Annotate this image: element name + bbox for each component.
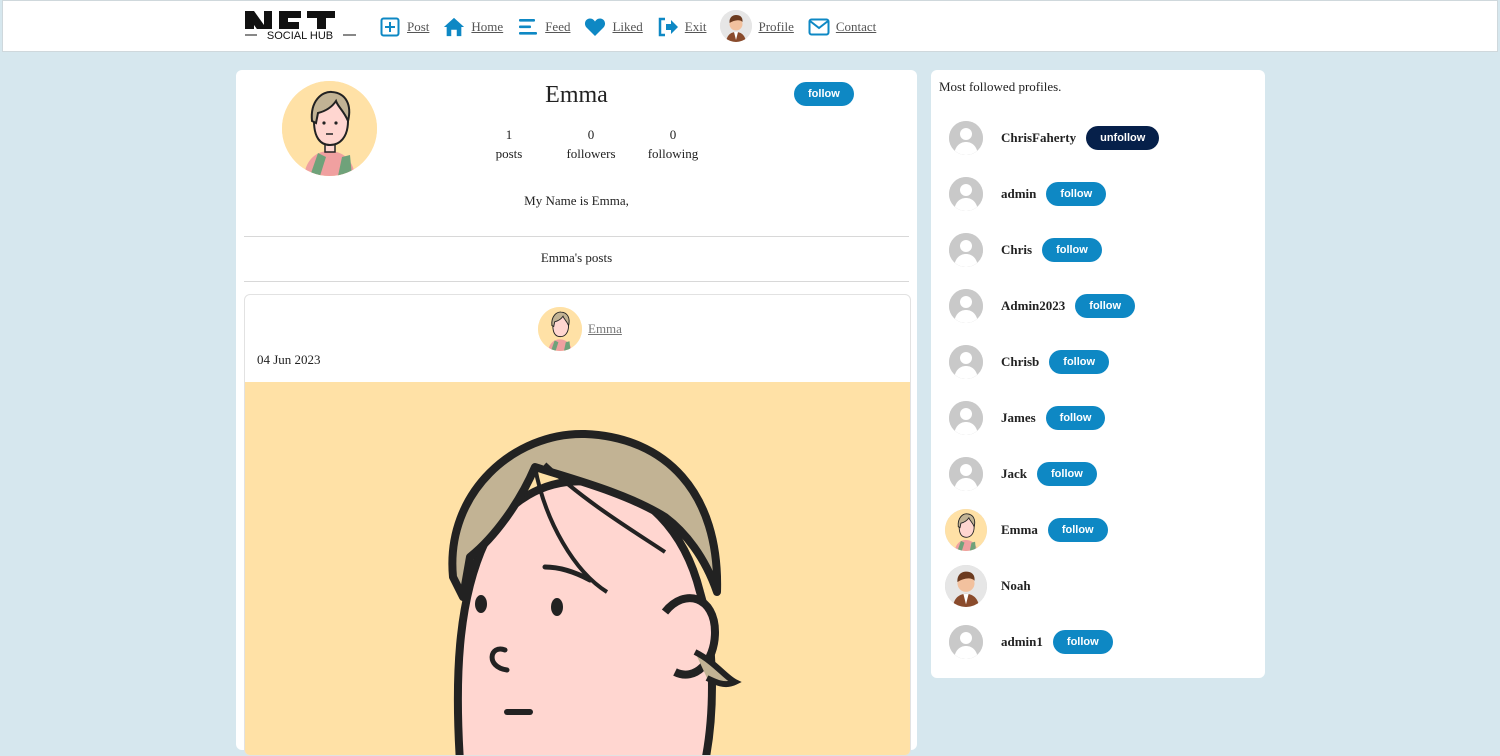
default-avatar-icon[interactable] [949,177,983,211]
stat-posts[interactable]: 1 posts [468,125,550,163]
default-avatar-icon[interactable] [949,233,983,267]
profile-name[interactable]: James [1001,410,1036,426]
profile-row: Chris follow [945,222,1159,278]
stat-following-label: following [647,146,699,161]
profile-stats: 1 posts 0 followers 0 following [468,125,714,163]
user-avatar [720,10,753,42]
post-author-avatar[interactable] [538,307,582,351]
profile-name[interactable]: ChrisFaherty [1001,130,1076,146]
heart-icon [584,16,606,38]
stat-posts-value: 1 [505,127,513,142]
profile-name[interactable]: Chris [1001,242,1032,258]
stat-followers-value: 0 [587,127,595,142]
profile-name[interactable]: Chrisb [1001,354,1039,370]
nav-liked-label: Liked [612,19,643,34]
noah-avatar[interactable] [945,565,987,607]
nav-profile-label: Profile [758,19,794,34]
stat-followers[interactable]: 0 followers [550,125,632,163]
site-logo[interactable]: SOCIAL HUB [243,9,358,47]
nav-post[interactable]: Post [379,16,429,38]
profile-name[interactable]: Jack [1001,466,1027,482]
profile-row: Admin2023 follow [945,278,1159,334]
post-author-name[interactable]: Emma [588,321,622,337]
post-author: Emma [538,307,622,351]
follow-button[interactable]: follow [1075,294,1136,318]
follow-button[interactable]: follow [1037,462,1097,486]
post-card: Emma 04 Jun 2023 [244,294,911,756]
nav-home-label: Home [471,19,504,34]
nav-exit-label: Exit [684,19,707,34]
most-followed-list: ChrisFaherty unfollow admin follow Chris… [945,110,1160,670]
profile-row: James follow [945,390,1159,446]
envelope-icon [808,16,830,38]
profile-row: Emma follow [945,502,1159,558]
top-navbar: SOCIAL HUB Post Home Feed Liked Exit Pro… [2,0,1498,52]
most-followed-title: Most followed profiles. [939,79,1062,94]
nav-liked[interactable]: Liked [584,16,643,38]
nav-home[interactable]: Home [443,16,503,38]
main-nav: Post Home Feed Liked Exit Profile Contac… [379,10,890,42]
stat-following-value: 0 [669,127,677,142]
profile-name[interactable]: Admin2023 [1001,298,1065,314]
nav-profile[interactable]: Profile [720,10,794,42]
profile-follow-button[interactable]: follow [794,82,854,106]
default-avatar-icon[interactable] [949,401,983,435]
profile-row: Jack follow [945,446,1159,502]
feed-lines-icon [517,16,539,38]
exit-icon [657,16,679,38]
follow-button[interactable]: follow [1052,630,1113,654]
nav-contact[interactable]: Contact [808,16,876,38]
default-avatar-icon[interactable] [949,289,983,323]
stat-followers-label: followers [566,146,616,161]
post-date: 04 Jun 2023 [257,352,321,367]
default-avatar-icon[interactable] [949,121,983,155]
nav-exit[interactable]: Exit [657,16,707,38]
default-avatar-icon[interactable] [949,625,983,659]
profile-name[interactable]: Emma [1001,522,1038,538]
post-image[interactable] [245,382,910,755]
stat-posts-label: posts [495,146,523,161]
home-icon [443,16,465,38]
most-followed-panel: Most followed profiles. ChrisFaherty unf… [931,70,1265,678]
profile-bio: My Name is Emma, [524,193,629,208]
profile-row: ChrisFaherty unfollow [945,110,1160,166]
unfollow-button[interactable]: unfollow [1086,126,1160,150]
plus-square-icon [379,16,401,38]
follow-button[interactable]: follow [1045,406,1106,430]
profile-card: Emma follow 1 posts 0 followers 0 follow… [236,70,917,756]
svg-text:SOCIAL HUB: SOCIAL HUB [267,30,333,42]
nav-feed-label: Feed [545,19,571,34]
nav-feed[interactable]: Feed [517,16,570,38]
default-avatar-icon[interactable] [949,457,983,491]
profile-name[interactable]: admin1 [1001,634,1043,650]
profile-row: Noah [945,558,1159,614]
profile-row: Chrisb follow [945,334,1159,390]
default-avatar-icon[interactable] [949,345,983,379]
nav-contact-label: Contact [835,19,877,34]
divider [244,236,909,237]
profile-row: admin follow [945,166,1159,222]
emma-avatar[interactable] [945,509,987,551]
divider [244,281,909,282]
follow-button[interactable]: follow [1049,350,1110,374]
follow-button[interactable]: follow [1046,182,1107,206]
posts-heading: Emma's posts [540,250,613,265]
stat-following[interactable]: 0 following [632,125,714,163]
follow-button[interactable]: follow [1042,238,1102,262]
nav-post-label: Post [407,19,430,34]
profile-name[interactable]: admin [1001,186,1036,202]
profile-row: admin1 follow [945,614,1159,670]
profile-name[interactable]: Noah [1001,578,1031,594]
follow-button[interactable]: follow [1047,518,1108,542]
